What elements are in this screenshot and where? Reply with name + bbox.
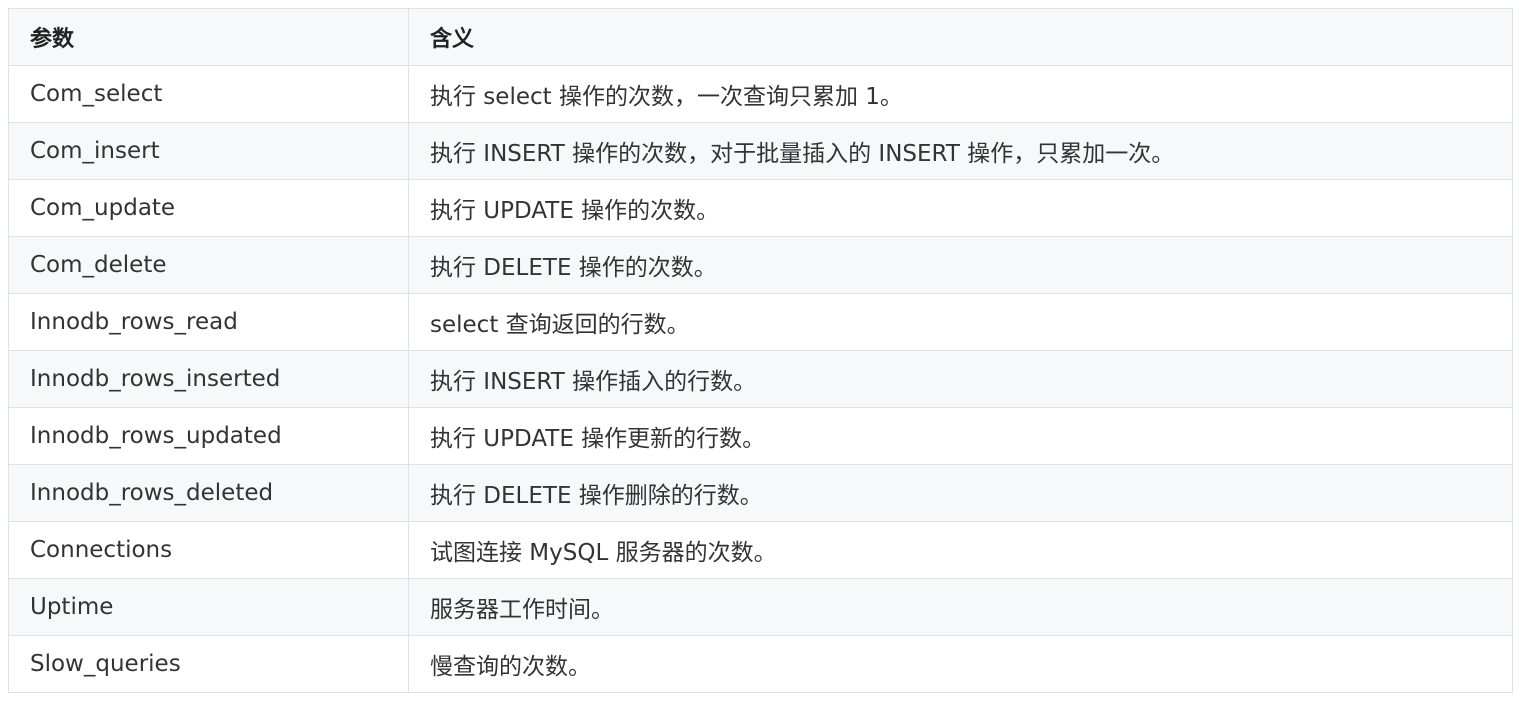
status-parameter-table-container: 参数 含义 Com_select 执行 select 操作的次数，一次查询只累加…: [8, 8, 1513, 693]
table-row: Innodb_rows_inserted 执行 INSERT 操作插入的行数。: [8, 350, 1513, 408]
parameter-cell: Com_select: [8, 65, 409, 123]
parameter-cell: Uptime: [8, 578, 409, 636]
table-row: Innodb_rows_read select 查询返回的行数。: [8, 293, 1513, 351]
header-parameter: 参数: [8, 8, 409, 66]
table-row: Com_update 执行 UPDATE 操作的次数。: [8, 179, 1513, 237]
parameter-cell: Innodb_rows_inserted: [8, 350, 409, 408]
table-row: Com_delete 执行 DELETE 操作的次数。: [8, 236, 1513, 294]
parameter-cell: Com_insert: [8, 122, 409, 180]
parameter-cell: Com_update: [8, 179, 409, 237]
header-row: 参数 含义: [8, 8, 1513, 66]
table-body: Com_select 执行 select 操作的次数，一次查询只累加 1。 Co…: [8, 65, 1513, 693]
table-row: Slow_queries 慢查询的次数。: [8, 635, 1513, 693]
meaning-cell: 慢查询的次数。: [408, 635, 1513, 693]
parameter-cell: Slow_queries: [8, 635, 409, 693]
meaning-cell: 执行 UPDATE 操作更新的行数。: [408, 407, 1513, 465]
meaning-cell: 执行 select 操作的次数，一次查询只累加 1。: [408, 65, 1513, 123]
meaning-cell: 服务器工作时间。: [408, 578, 1513, 636]
parameter-cell: Innodb_rows_read: [8, 293, 409, 351]
meaning-cell: select 查询返回的行数。: [408, 293, 1513, 351]
meaning-cell: 执行 DELETE 操作删除的行数。: [408, 464, 1513, 522]
meaning-cell: 执行 INSERT 操作的次数，对于批量插入的 INSERT 操作，只累加一次。: [408, 122, 1513, 180]
meaning-cell: 执行 DELETE 操作的次数。: [408, 236, 1513, 294]
table-row: Com_insert 执行 INSERT 操作的次数，对于批量插入的 INSER…: [8, 122, 1513, 180]
parameter-cell: Com_delete: [8, 236, 409, 294]
status-parameter-table: 参数 含义 Com_select 执行 select 操作的次数，一次查询只累加…: [8, 8, 1513, 693]
table-row: Connections 试图连接 MySQL 服务器的次数。: [8, 521, 1513, 579]
parameter-cell: Innodb_rows_updated: [8, 407, 409, 465]
parameter-cell: Innodb_rows_deleted: [8, 464, 409, 522]
table-row: Com_select 执行 select 操作的次数，一次查询只累加 1。: [8, 65, 1513, 123]
meaning-cell: 执行 UPDATE 操作的次数。: [408, 179, 1513, 237]
table-row: Innodb_rows_deleted 执行 DELETE 操作删除的行数。: [8, 464, 1513, 522]
table-row: Uptime 服务器工作时间。: [8, 578, 1513, 636]
header-meaning: 含义: [408, 8, 1513, 66]
table-header: 参数 含义: [8, 8, 1513, 66]
parameter-cell: Connections: [8, 521, 409, 579]
meaning-cell: 试图连接 MySQL 服务器的次数。: [408, 521, 1513, 579]
table-row: Innodb_rows_updated 执行 UPDATE 操作更新的行数。: [8, 407, 1513, 465]
meaning-cell: 执行 INSERT 操作插入的行数。: [408, 350, 1513, 408]
